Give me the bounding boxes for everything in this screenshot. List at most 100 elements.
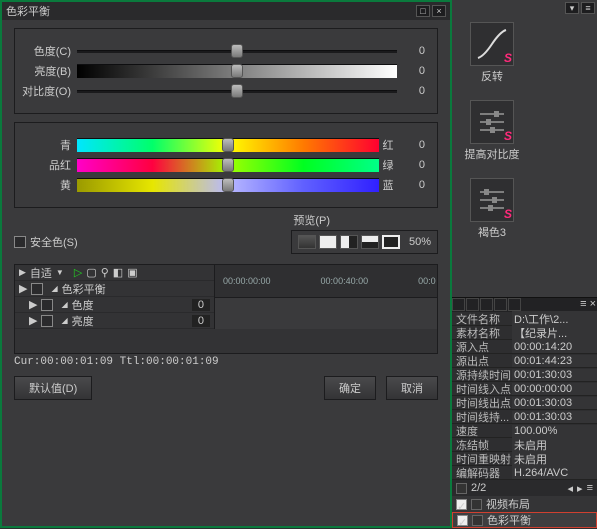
property-value: 100.00%	[512, 425, 597, 437]
tool-4-icon[interactable]: ▣	[127, 266, 137, 279]
timeline-ruler[interactable]: 00:00:00:00 00:00:40:00 00:0	[215, 265, 437, 298]
preview-mode-5-button[interactable]	[382, 235, 400, 249]
prop-tab-5[interactable]	[508, 298, 521, 311]
window-title: 色彩平衡	[6, 3, 50, 19]
timeline-body[interactable]	[215, 298, 437, 330]
close-button[interactable]: ×	[432, 5, 446, 17]
preview-mode-1-button[interactable]	[298, 235, 316, 249]
layer-icon	[471, 499, 482, 510]
defaults-button[interactable]: 默认值(D)	[14, 376, 92, 400]
timeline-zoom-dropdown[interactable]: 自适	[30, 265, 52, 281]
properties-table: 文件名称D:\工作\2...素材名称【纪录片...源入点00:00:14:20源…	[452, 312, 597, 480]
red-label: 红	[379, 137, 397, 153]
track-0-checkbox[interactable]	[31, 283, 43, 295]
layer-name: 色彩平衡	[487, 512, 531, 528]
layer-checkbox[interactable]: ✓	[457, 515, 468, 526]
yellow-blue-value: 0	[397, 179, 429, 191]
brightness-value: 0	[397, 65, 429, 77]
cyan-label: 青	[19, 137, 77, 153]
layer-icon	[472, 515, 483, 526]
contrast-label: 对比度(O)	[19, 83, 77, 99]
safe-color-checkbox[interactable]	[14, 236, 26, 248]
prop-tab-3[interactable]	[480, 298, 493, 311]
property-value: 未启用	[512, 451, 597, 467]
contrast-value: 0	[397, 85, 429, 97]
layer-next-icon[interactable]: ▸	[577, 482, 583, 495]
color-sliders-panel: 青 红 0 品红 绿 0 黄 蓝 0	[14, 122, 438, 208]
tool-1-icon[interactable]: ▢	[86, 266, 96, 279]
tool-2-icon[interactable]: ⚲	[101, 266, 109, 279]
timeline-cursor-readout: Cur:00:00:01:09 Ttl:00:00:01:09	[14, 356, 438, 368]
yellow-label: 黄	[19, 177, 77, 193]
brightness-slider[interactable]	[77, 63, 397, 79]
ok-button[interactable]: 确定	[324, 376, 376, 400]
prop-tab-1[interactable]	[452, 298, 465, 311]
prop-tab-4[interactable]	[494, 298, 507, 311]
maximize-button[interactable]: □	[416, 5, 430, 17]
track-1-name: 色度	[72, 297, 94, 313]
track-2-value[interactable]: 0	[192, 315, 210, 327]
layer-menu-icon[interactable]: ≡	[587, 482, 593, 494]
track-2-checkbox[interactable]	[41, 315, 53, 327]
effects-palette: ▾ ≡ S 反转 S 提高对比度 S	[452, 0, 597, 298]
fx-invert-icon[interactable]: S	[470, 22, 514, 66]
property-value: 00:00:14:20	[512, 341, 597, 353]
prop-tab-2[interactable]	[466, 298, 479, 311]
magenta-label: 品红	[19, 157, 77, 173]
property-value: 00:01:44:23	[512, 355, 597, 367]
yellow-blue-slider[interactable]	[77, 177, 379, 193]
preview-mode-4-button[interactable]	[361, 235, 379, 249]
layer-page-icon[interactable]	[456, 483, 467, 494]
layer-prev-icon[interactable]: ◂	[568, 482, 574, 495]
cancel-button[interactable]: 取消	[386, 376, 438, 400]
property-value: 【纪录片...	[512, 325, 597, 341]
track-0-name: 色彩平衡	[62, 281, 106, 297]
cyan-red-slider[interactable]	[77, 137, 379, 153]
fx-menu-1-button[interactable]: ▾	[565, 2, 579, 14]
layers-header: 2/2 ◂ ▸ ≡	[452, 480, 597, 496]
hue-label: 色度(C)	[19, 43, 77, 59]
layer-count: 2/2	[471, 482, 486, 494]
preview-box: 50%	[291, 230, 438, 254]
property-value: H.264/AVC	[512, 467, 597, 479]
magenta-green-slider[interactable]	[77, 157, 379, 173]
brightness-label: 亮度(B)	[19, 63, 77, 79]
layer-row[interactable]: ✓ 视频布局	[452, 496, 597, 512]
property-value: 00:01:30:03	[512, 369, 597, 381]
fx-sepia-label: 褐色3	[464, 224, 520, 240]
track-2-name: 亮度	[72, 313, 94, 329]
layer-checkbox[interactable]: ✓	[456, 499, 467, 510]
preview-mode-2-button[interactable]	[319, 235, 337, 249]
property-value: 00:00:00:00	[512, 383, 597, 395]
layer-name: 视频布局	[486, 496, 530, 512]
play-icon[interactable]: ▷	[74, 266, 82, 279]
property-value: 00:01:30:03	[512, 411, 597, 423]
preview-mode-3-button[interactable]	[340, 235, 358, 249]
titlebar: 色彩平衡 □ ×	[2, 2, 450, 20]
timeline-panel: ▶ 自适▼ ▷ ▢ ⚲ ◧ ▣ ▶◢色彩平衡 ▶◢色度0 ▶◢亮度0 00:00…	[14, 264, 438, 354]
preview-label: 预览(P)	[170, 212, 330, 228]
hue-slider[interactable]	[77, 43, 397, 59]
contrast-slider[interactable]	[77, 83, 397, 99]
property-value: 00:01:30:03	[512, 397, 597, 409]
cyan-red-value: 0	[397, 139, 429, 151]
basic-sliders-panel: 色度(C) 0 亮度(B) 0 对比度(O) 0	[14, 28, 438, 114]
hue-value: 0	[397, 45, 429, 57]
fx-contrast-label: 提高对比度	[464, 146, 520, 162]
tool-3-icon[interactable]: ◧	[113, 266, 123, 279]
fx-invert-label: 反转	[464, 68, 520, 84]
property-row: 编解码器H.264/AVC	[452, 466, 597, 480]
layers-list: ✓ 视频布局 ✓ 色彩平衡	[452, 496, 597, 528]
preview-percent: 50%	[409, 236, 431, 248]
safe-color-label: 安全色(S)	[30, 234, 78, 250]
blue-label: 蓝	[379, 177, 397, 193]
green-label: 绿	[379, 157, 397, 173]
fx-menu-2-button[interactable]: ≡	[581, 2, 595, 14]
magenta-green-value: 0	[397, 159, 429, 171]
fx-contrast-icon[interactable]: S	[470, 100, 514, 144]
track-1-value[interactable]: 0	[192, 299, 210, 311]
property-key: 编解码器	[452, 465, 512, 481]
track-1-checkbox[interactable]	[41, 299, 53, 311]
layer-row[interactable]: ✓ 色彩平衡	[452, 512, 597, 528]
fx-sepia-icon[interactable]: S	[470, 178, 514, 222]
